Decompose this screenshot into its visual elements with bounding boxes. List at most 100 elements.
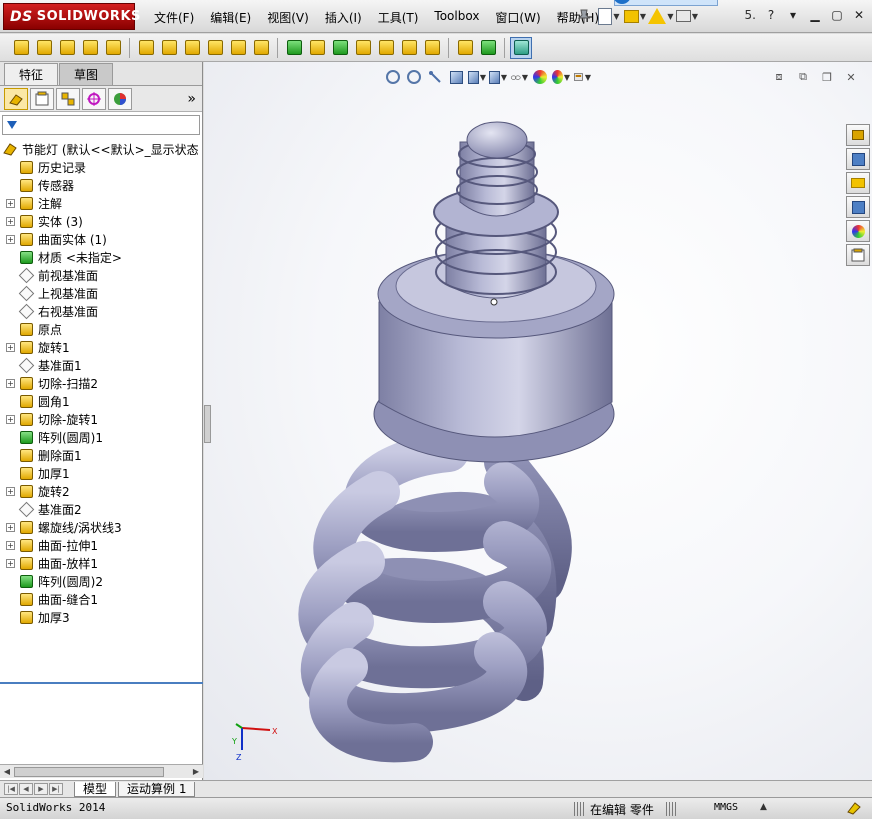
expand-icon[interactable]: + — [6, 414, 15, 424]
scroll-left-icon[interactable]: ◀ — [1, 766, 13, 778]
tree-item[interactable]: 删除面1 — [0, 446, 202, 464]
tree-item[interactable]: 圆角1 — [0, 392, 202, 410]
tab-next-icon[interactable]: ▶ — [34, 783, 48, 795]
feature-filter[interactable] — [2, 115, 200, 135]
tree-item[interactable]: + 切除-旋转1 — [0, 410, 202, 428]
tree-item[interactable]: 前视基准面 — [0, 266, 202, 284]
print-button[interactable]: ▼ — [676, 6, 698, 26]
tree-item[interactable]: + 曲面实体 (1) — [0, 230, 202, 248]
tree-item[interactable]: 材质 <未指定> — [0, 248, 202, 266]
menu-item-1[interactable]: 编辑(E) — [202, 7, 259, 28]
boundary-boss-button[interactable] — [102, 37, 124, 59]
tab-features[interactable]: 特征 — [4, 63, 59, 85]
minimize-button[interactable]: ▁ — [808, 8, 822, 22]
scroll-right-icon[interactable]: ▶ — [190, 766, 202, 778]
open-button[interactable]: ▼ — [624, 6, 646, 26]
model-energy-saving-lamp[interactable] — [204, 62, 872, 780]
menu-item-5[interactable]: Toolbox — [426, 7, 487, 28]
tree-root-part[interactable]: 节能灯 (默认<<默认>_显示状态 — [0, 140, 202, 158]
tree-item[interactable]: 曲面-缝合1 — [0, 590, 202, 608]
expand-icon[interactable]: + — [6, 198, 15, 208]
tree-item[interactable]: 历史记录 — [0, 158, 202, 176]
draft-button[interactable] — [329, 37, 351, 59]
menu-item-4[interactable]: 工具(T) — [370, 7, 427, 28]
rib-button[interactable] — [306, 37, 328, 59]
extrude-cut-button[interactable] — [135, 37, 157, 59]
expand-icon[interactable]: + — [6, 342, 15, 352]
expand-icon[interactable]: + — [6, 234, 15, 244]
sweep-boss-button[interactable] — [56, 37, 78, 59]
revolve-cut-button[interactable] — [158, 37, 180, 59]
loft-boss-button[interactable] — [79, 37, 101, 59]
tree-item[interactable]: 加厚3 — [0, 608, 202, 626]
tree-item[interactable]: 传感器 — [0, 176, 202, 194]
curves-button[interactable] — [477, 37, 499, 59]
close-button[interactable]: ✕ — [852, 8, 866, 22]
units-menu-icon[interactable]: ▲ — [760, 802, 767, 812]
expand-icon[interactable]: + — [6, 558, 15, 568]
property-manager-tab[interactable] — [30, 87, 54, 110]
expand-icon[interactable]: + — [6, 486, 15, 496]
tree-item[interactable]: + 注解 — [0, 194, 202, 212]
tree-item[interactable]: + 旋转2 — [0, 482, 202, 500]
tab-prev-icon[interactable]: ◀ — [19, 783, 33, 795]
restore-button[interactable]: ▢ — [830, 8, 844, 22]
tree-item[interactable]: 基准面2 — [0, 500, 202, 518]
extrude-boss-button[interactable] — [10, 37, 32, 59]
tree-item[interactable]: 基准面1 — [0, 356, 202, 374]
horizontal-scrollbar[interactable]: ◀ ▶ — [0, 764, 203, 778]
tree-item[interactable]: 上视基准面 — [0, 284, 202, 302]
tab-sketch[interactable]: 草图 — [59, 63, 114, 85]
rebuild-warning-button[interactable]: ▼ — [648, 6, 674, 26]
tab-motion-study-1[interactable]: 运动算例 1 — [118, 782, 196, 797]
scroll-thumb[interactable] — [14, 767, 164, 777]
new-document-button[interactable]: ▼ — [598, 6, 620, 26]
shell-button[interactable] — [352, 37, 374, 59]
tree-item[interactable]: 加厚1 — [0, 464, 202, 482]
instant3d-button[interactable] — [510, 36, 532, 59]
tab-first-icon[interactable]: |◀ — [4, 783, 18, 795]
intersect-button[interactable] — [398, 37, 420, 59]
tab-model[interactable]: 模型 — [74, 782, 117, 797]
boundary-cut-button[interactable] — [227, 37, 249, 59]
help-button[interactable]: 5. — [745, 8, 756, 22]
configuration-manager-tab[interactable] — [56, 87, 80, 110]
dropdown-caret-icon[interactable]: ▾ — [786, 8, 800, 22]
expand-icon[interactable]: + — [6, 378, 15, 388]
sweep-cut-button[interactable] — [181, 37, 203, 59]
dimxpert-manager-tab[interactable] — [82, 87, 106, 110]
wrap-button[interactable] — [375, 37, 397, 59]
panel-divider[interactable] — [0, 682, 203, 684]
tab-last-icon[interactable]: ▶| — [49, 783, 63, 795]
menu-item-0[interactable]: 文件(F) — [146, 7, 202, 28]
tree-item[interactable]: 阵列(圆周)2 — [0, 572, 202, 590]
pin-icon[interactable] — [576, 8, 592, 24]
revolve-boss-button[interactable] — [33, 37, 55, 59]
expand-icon[interactable]: + — [6, 216, 15, 226]
more-tabs-icon[interactable]: » — [187, 91, 196, 107]
tree-item[interactable]: + 实体 (3) — [0, 212, 202, 230]
tree-item[interactable]: + 螺旋线/涡状线3 — [0, 518, 202, 536]
feature-tree-tab[interactable] — [4, 87, 28, 110]
tree-item[interactable]: + 切除-扫描2 — [0, 374, 202, 392]
tree-item[interactable]: + 曲面-放样1 — [0, 554, 202, 572]
mirror-button[interactable] — [421, 37, 443, 59]
menu-item-6[interactable]: 窗口(W) — [487, 7, 548, 28]
reference-geometry-button[interactable] — [454, 37, 476, 59]
tree-item[interactable]: 原点 — [0, 320, 202, 338]
help-caret-icon[interactable]: ? — [764, 8, 778, 22]
solidworks-logo[interactable]: DS SOLIDWORKS — [3, 3, 140, 30]
loft-cut-button[interactable] — [204, 37, 226, 59]
tree-item[interactable]: + 旋转1 — [0, 338, 202, 356]
fillet-button[interactable] — [250, 37, 272, 59]
display-manager-tab[interactable] — [108, 87, 132, 110]
expand-icon[interactable]: + — [6, 540, 15, 550]
pattern-button[interactable] — [283, 37, 305, 59]
tree-item[interactable]: 阵列(圆周)1 — [0, 428, 202, 446]
graphics-area[interactable]: ▼ ▼ ▼ ▼ ▼ ⧈ ⧉ ❐ ✕ X Y Z — [204, 62, 872, 780]
unit-system[interactable]: MMGS — [714, 802, 738, 813]
rebuild-status-icon[interactable] — [846, 800, 862, 816]
menu-item-2[interactable]: 视图(V) — [259, 7, 317, 28]
tree-item[interactable]: 右视基准面 — [0, 302, 202, 320]
menu-item-3[interactable]: 插入(I) — [317, 7, 370, 28]
